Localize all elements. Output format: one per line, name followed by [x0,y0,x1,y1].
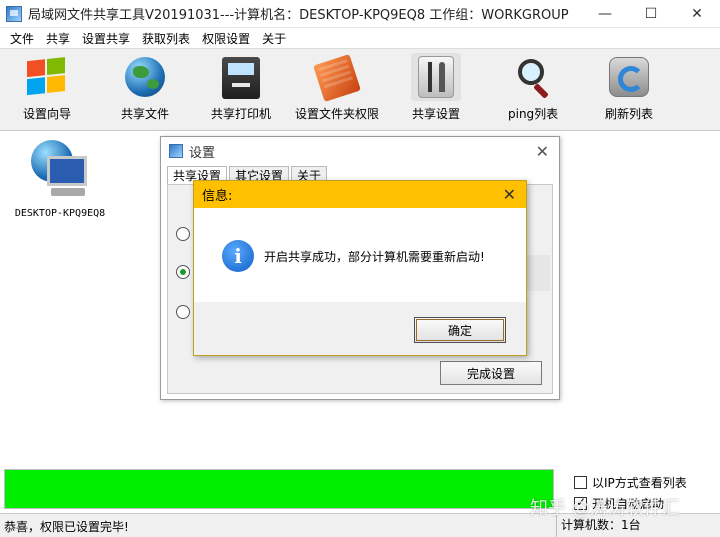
message-title-bar: 信息: [194,181,526,208]
status-message: 恭喜，权限已设置完毕! [4,520,129,534]
settings-close-icon[interactable]: ✕ [536,142,549,161]
menu-file[interactable]: 文件 [4,30,40,47]
window-controls: — ☐ ✕ [582,0,720,28]
view-by-ip-label: 以IP方式查看列表 [592,476,687,490]
menu-set-share[interactable]: 设置共享 [76,30,136,47]
view-by-ip-checkbox[interactable] [574,476,587,489]
share-option-radio-1[interactable] [176,227,190,241]
settings-title-bar: 设置 [161,137,559,165]
printer-icon [216,53,266,101]
title-bar: 局域网文件共享工具V20191031---计算机名：DESKTOP-KPQ9EQ… [0,0,720,28]
info-message-box: 信息: ✕ i 开启共享成功，部分计算机需要重新启动! 确定 [193,180,527,356]
tools-icon [411,53,461,101]
magnifier-icon [508,53,558,101]
toolbar-label: 刷新列表 [604,107,653,121]
toolbar-label: 共享设置 [411,107,460,121]
windows-logo-icon [22,53,72,101]
finish-settings-button[interactable]: 完成设置 [440,361,542,385]
close-button[interactable]: ✕ [674,0,720,28]
menu-get-list[interactable]: 获取列表 [136,30,196,47]
info-icon: i [222,240,254,272]
progress-fill [5,470,553,508]
menu-about[interactable]: 关于 [256,30,292,47]
share-printer-button[interactable]: 共享打印机 [211,53,271,127]
menu-share[interactable]: 共享 [40,30,76,47]
toolbar-label: 设置文件夹权限 [295,107,380,121]
network-computer-icon [25,138,95,202]
share-settings-button[interactable]: 共享设置 [411,53,461,127]
computer-item[interactable]: DESKTOP-KPQ9EQ8 [10,138,110,219]
message-footer: 确定 [194,302,526,355]
message-body: i 开启共享成功，部分计算机需要重新启动! [194,208,526,302]
message-close-icon[interactable]: ✕ [503,185,516,204]
ok-button[interactable]: 确定 [414,317,506,343]
view-by-ip-option[interactable]: 以IP方式查看列表 [574,474,687,491]
ping-list-button[interactable]: ping列表 [508,53,558,127]
toolbar-label: 共享打印机 [211,107,272,121]
refresh-list-button[interactable]: 刷新列表 [604,53,654,127]
message-text: 开启共享成功，部分计算机需要重新启动! [264,250,485,264]
folder-permission-icon [312,53,362,102]
message-title: 信息: [202,189,233,204]
setup-wizard-button[interactable]: 设置向导 [22,53,72,127]
share-option-radio-3[interactable] [176,305,190,319]
share-option-radio-2[interactable] [176,265,190,279]
toolbar-label: 共享文件 [120,107,169,121]
window-title: 局域网文件共享工具V20191031---计算机名：DESKTOP-KPQ9EQ… [28,8,569,23]
computer-name: DESKTOP-KPQ9EQ8 [14,208,106,219]
menu-permission[interactable]: 权限设置 [196,30,256,47]
watermark: 知乎 @涛涛软件汇 [530,498,680,519]
menu-bar: 文件 共享 设置共享 获取列表 权限设置 关于 [0,28,720,49]
toolbar: 设置向导 共享文件 共享打印机 设置文件夹权限 共享设置 ping列表 刷新列表 [0,49,720,131]
minimize-button[interactable]: — [582,0,628,28]
share-files-button[interactable]: 共享文件 [120,53,170,127]
maximize-button[interactable]: ☐ [628,0,674,28]
globe-icon [120,53,170,101]
toolbar-label: 设置向导 [22,107,71,121]
folder-permission-button[interactable]: 设置文件夹权限 [295,53,379,127]
progress-bar [4,469,554,509]
app-icon [6,5,22,22]
settings-title: 设置 [189,145,216,161]
toolbar-label: ping列表 [508,107,559,121]
settings-app-icon [169,144,183,158]
refresh-icon [604,53,654,101]
